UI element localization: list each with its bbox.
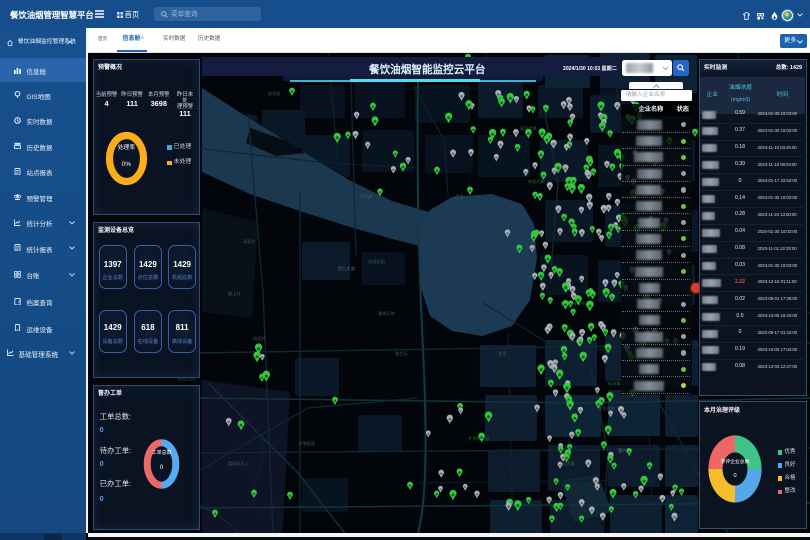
svg-text:文成花园: 文成花园 (368, 258, 385, 265)
svg-text:宜家: 宜家 (498, 350, 507, 356)
svg-text:春晓天地: 春晓天地 (378, 310, 396, 317)
svg-text:梅家村: 梅家村 (253, 335, 266, 342)
svg-text:休伯利安: 休伯利安 (528, 178, 545, 185)
svg-text:惠兰苑: 惠兰苑 (395, 350, 408, 357)
svg-text:沙港高速: 沙港高速 (298, 440, 316, 447)
svg-text:依家宜: 依家宜 (268, 90, 281, 97)
svg-text:墨上村: 墨上村 (228, 290, 241, 296)
svg-text:富阳高乐心: 富阳高乐心 (228, 460, 250, 467)
svg-text:汽北路: 汽北路 (360, 193, 373, 200)
svg-text:冷冻家电: 冷冻家电 (598, 405, 616, 412)
svg-text:蒋家村: 蒋家村 (243, 238, 256, 245)
svg-text:西湖: 西湖 (455, 193, 463, 200)
svg-text:西九大道: 西九大道 (338, 265, 356, 272)
